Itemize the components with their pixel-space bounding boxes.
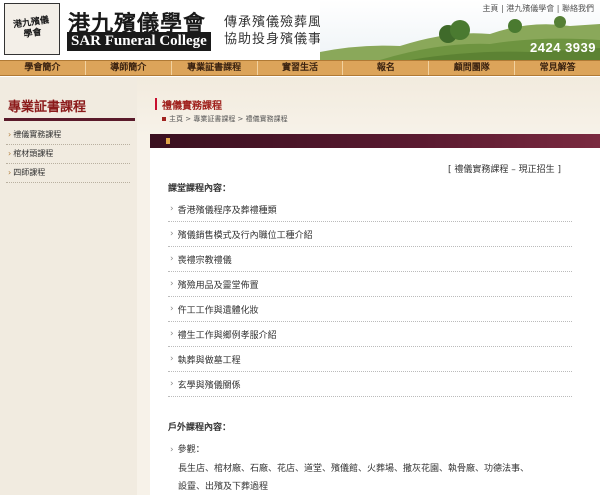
sidebar-item-four-masters-course[interactable]: › 四師課程 — [6, 164, 130, 183]
nav-item-about[interactable]: 學會簡介 — [0, 61, 86, 75]
sidebar-item-coffin-course[interactable]: › 棺材頭課程 — [6, 145, 130, 164]
course-label: 玄學與殯儀關係 — [177, 380, 241, 391]
nav-item-internship[interactable]: 實習生活 — [258, 61, 344, 75]
sidebar-item-label: 棺材頭課程 — [13, 149, 54, 158]
sidebar-item-label: 四師課程 — [13, 168, 46, 177]
top-links: 主頁 | 港九殯儀學會 | 聯絡我們 — [482, 4, 594, 13]
brand-name-english: SAR Funeral College — [67, 32, 211, 51]
sidebar-title: 專業証書課程 — [8, 100, 87, 115]
chevron-right-icon: › — [170, 445, 174, 455]
list-item: › 喪禮宗教禮儀 — [168, 247, 572, 272]
chevron-right-icon: › — [170, 254, 174, 264]
top-link-college[interactable]: 港九殯儀學會 — [506, 4, 554, 13]
nav-item-instructors[interactable]: 導師簡介 — [86, 61, 172, 75]
list-item: › 殯儀銷售模式及行內職位工種介紹 — [168, 222, 572, 247]
breadcrumb: 主頁 > 專業証書課程 > 禮儀實務課程 — [162, 114, 288, 124]
outdoor-visit-details: 長生店、棺材廠、石廠、花店、道堂、殯儀館、火葬場、撒灰花園、執骨廠、功德法事、 … — [178, 460, 578, 495]
list-item: › 禮生工作與鄉例孝服介紹 — [168, 322, 572, 347]
outdoor-visit-line-2: 設靈、出殯及下葬過程 — [178, 482, 269, 492]
outdoor-visit-label: › 參觀： — [170, 442, 205, 455]
chevron-right-icon: › — [170, 279, 174, 289]
sidebar-divider — [4, 118, 135, 121]
list-item: › 玄學與殯儀關係 — [168, 372, 572, 397]
nav-item-enrol[interactable]: 報名 — [343, 61, 430, 75]
course-label: 殯儀銷售模式及行內職位工種介紹 — [177, 230, 313, 241]
list-item: › 執葬與做墓工程 — [168, 347, 572, 372]
chevron-right-icon: › — [8, 130, 12, 139]
course-label: 執葬與做墓工程 — [177, 355, 241, 366]
chevron-right-icon: › — [170, 354, 174, 364]
course-label: 香港殯儀程序及葬禮種類 — [177, 205, 277, 216]
top-link-contact[interactable]: 聯絡我們 — [562, 4, 594, 13]
title-accent-bar — [155, 98, 157, 110]
chevron-right-icon: › — [170, 329, 174, 339]
list-item: › 仵工工作與遺體化妝 — [168, 297, 572, 322]
chevron-right-icon: › — [170, 229, 174, 239]
panel-header-bar — [150, 134, 600, 148]
course-label: 禮生工作與鄉例孝服介紹 — [177, 330, 277, 341]
outdoor-visit-line-1: 長生店、棺材廠、石廠、花店、道堂、殯儀館、火葬場、撒灰花園、執骨廠、功德法事、 — [178, 464, 530, 474]
page-title: 禮儀實務課程 — [162, 101, 222, 112]
sidebar-item-etiquette-course[interactable]: › 禮儀實務課程 — [6, 126, 130, 145]
list-item: › 殯殮用品及靈堂佈置 — [168, 272, 572, 297]
course-label: 殯殮用品及靈堂佈置 — [177, 280, 259, 291]
outdoor-heading: 戶外課程內容： — [168, 423, 232, 433]
nav-item-courses[interactable]: 專業証書課程 — [172, 61, 258, 75]
chevron-right-icon: › — [8, 168, 12, 177]
logo-seal-text: 港九殯儀學會 — [12, 15, 50, 41]
nav-item-advisors[interactable]: 顧問團隊 — [429, 61, 516, 75]
site-header: 港九殯儀學會 港九殯儀學會 SAR Funeral College 傳承殯儀殮葬… — [0, 0, 600, 60]
outdoor-visit-text: 參觀： — [177, 445, 205, 455]
chevron-right-icon: › — [170, 304, 174, 314]
list-item: › 香港殯儀程序及葬禮種類 — [168, 197, 572, 222]
phone-number: 2424 3939 — [530, 40, 596, 55]
chevron-right-icon: › — [8, 149, 12, 158]
breadcrumb-bullet-icon — [162, 117, 166, 121]
logo[interactable]: 港九殯儀學會 — [4, 3, 60, 55]
breadcrumb-text[interactable]: 主頁 > 專業証書課程 > 禮儀實務課程 — [169, 115, 288, 123]
sidebar-list: › 禮儀實務課程 › 棺材頭課程 › 四師課程 — [6, 126, 130, 183]
top-link-home[interactable]: 主頁 — [482, 4, 498, 13]
panel-accent-icon — [166, 138, 170, 144]
sidebar-item-label: 禮儀實務課程 — [13, 130, 62, 139]
course-label: 喪禮宗教禮儀 — [177, 255, 232, 266]
nav-item-faq[interactable]: 常見解答 — [515, 61, 600, 75]
enrolment-status: [ 禮儀實務課程 – 現正招生 ] — [448, 165, 561, 175]
main-nav: 學會簡介 導師簡介 專業証書課程 實習生活 報名 顧問團隊 常見解答 — [0, 60, 600, 76]
classroom-heading: 課堂課程內容： — [168, 184, 232, 194]
chevron-right-icon: › — [170, 204, 174, 214]
course-label: 仵工工作與遺體化妝 — [177, 305, 259, 316]
course-list: › 香港殯儀程序及葬禮種類 › 殯儀銷售模式及行內職位工種介紹 › 喪禮宗教禮儀 › 殯… — [168, 197, 572, 397]
chevron-right-icon: › — [170, 379, 174, 389]
